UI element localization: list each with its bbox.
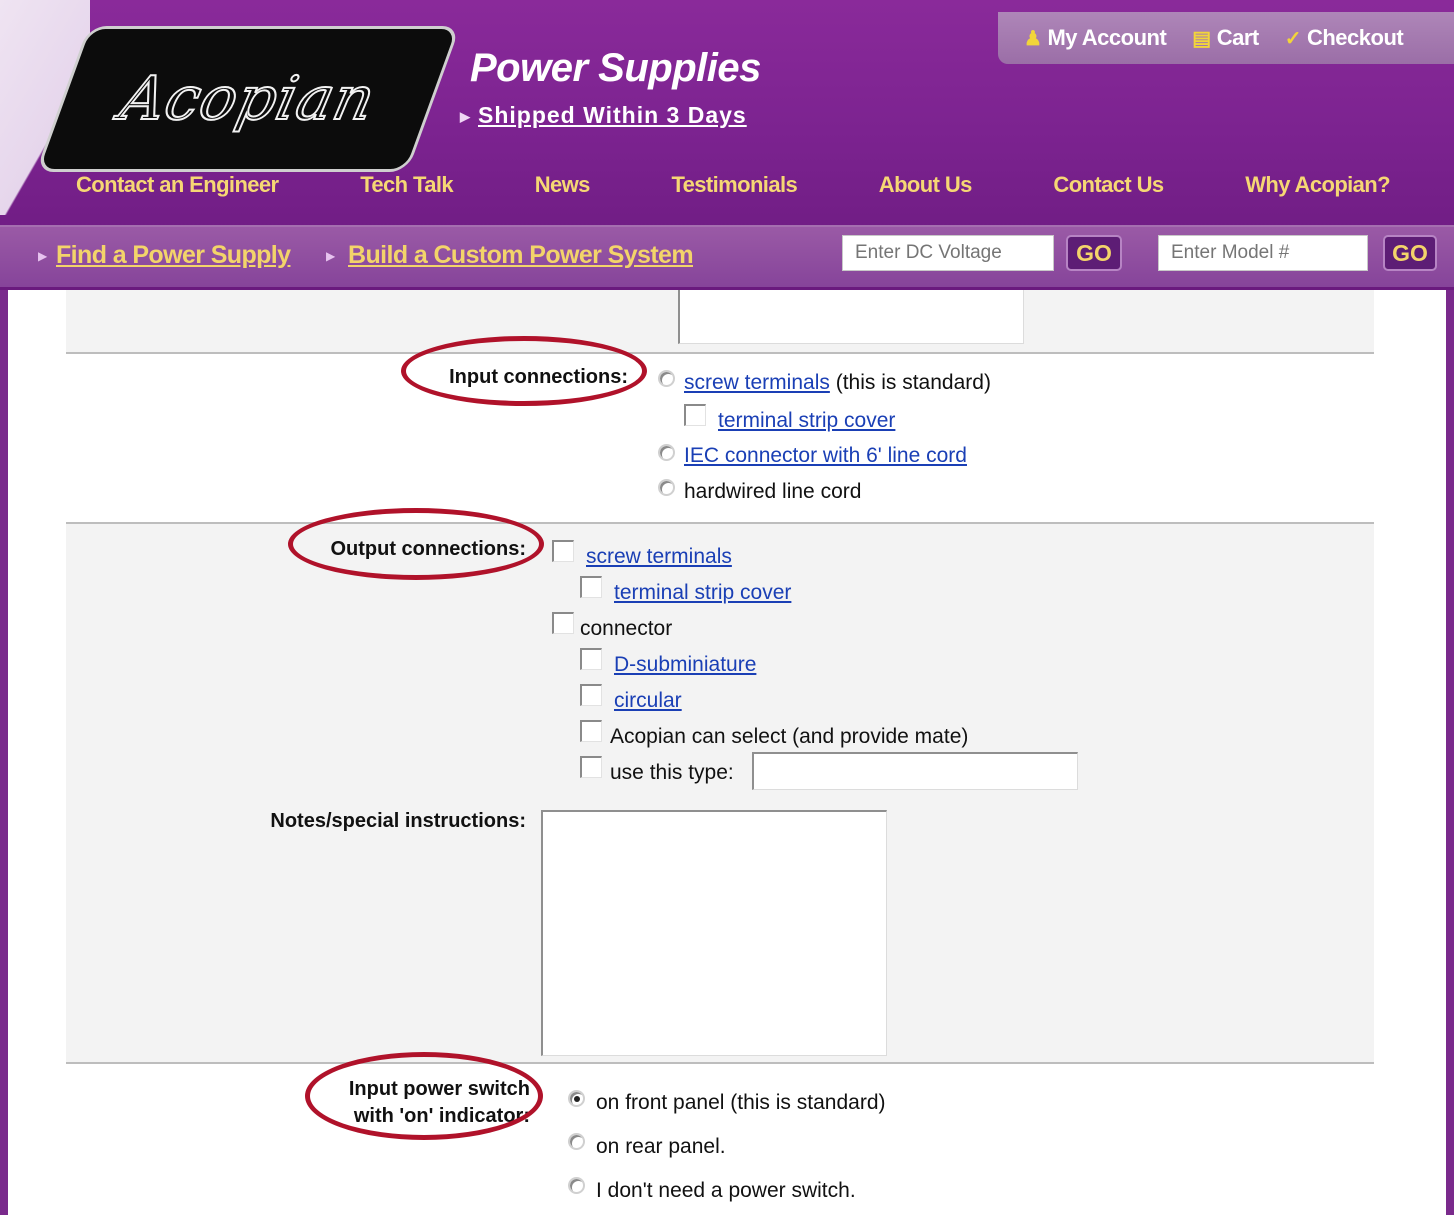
- input-terminal-strip-cover-link[interactable]: terminal strip cover: [718, 409, 895, 432]
- nav-testimonials[interactable]: Testimonials: [671, 172, 797, 198]
- output-circular-checkbox[interactable]: [580, 684, 602, 706]
- power-switch-rear-panel-label: on rear panel.: [596, 1135, 726, 1158]
- input-hardwired-radio[interactable]: [658, 479, 675, 496]
- checkout-link[interactable]: ✓ Checkout: [1285, 25, 1404, 51]
- nav-about-us[interactable]: About Us: [879, 172, 973, 198]
- input-iec-connector-option: IEC connector with 6' line cord: [684, 443, 967, 469]
- highlight-ellipse: [401, 336, 647, 406]
- triangle-right-icon: ▶: [326, 249, 336, 263]
- nav-tech-talk[interactable]: Tech Talk: [360, 172, 453, 198]
- power-switch-none-label: I don't need a power switch.: [596, 1179, 856, 1202]
- output-screw-terminals-checkbox[interactable]: [552, 540, 574, 562]
- site-header: Acopian Power Supplies ▶ Shipped Within 3…: [0, 0, 1454, 290]
- input-screw-terminals-radio[interactable]: [658, 370, 675, 387]
- sub-nav-bar: ▶ Find a Power Supply ▶ Build a Custom P…: [0, 225, 1454, 287]
- output-screw-terminals-link[interactable]: screw terminals: [586, 545, 732, 568]
- check-icon: ✓: [1284, 27, 1302, 50]
- power-switch-rear-panel-radio[interactable]: [568, 1133, 585, 1150]
- triangle-right-icon: ▶: [460, 108, 470, 124]
- output-use-this-type-checkbox[interactable]: [580, 756, 602, 778]
- my-account-link[interactable]: ♟ My Account: [1024, 25, 1167, 51]
- power-switch-front-panel-radio[interactable]: [568, 1090, 585, 1107]
- logo-text: Acopian: [113, 63, 383, 135]
- input-terminal-strip-cover-option: terminal strip cover: [718, 408, 895, 434]
- nav-contact-us[interactable]: Contact Us: [1053, 172, 1164, 198]
- form-content: Input connections: screw terminals (this…: [8, 290, 1446, 1215]
- output-acopian-select-label: Acopian can select (and provide mate): [610, 725, 969, 748]
- user-icon: ♟: [1024, 27, 1042, 50]
- power-switch-front-panel-label: on front panel (this is standard): [596, 1091, 886, 1114]
- highlight-ellipse: [288, 508, 544, 580]
- section-divider: [66, 1062, 1374, 1064]
- account-bar: ♟ My Account ▤ Cart ✓ Checkout: [998, 12, 1454, 64]
- output-use-this-type-label: use this type:: [610, 761, 734, 784]
- output-d-subminiature-checkbox[interactable]: [580, 648, 602, 670]
- find-power-supply-link[interactable]: Find a Power Supply: [56, 241, 291, 270]
- dc-voltage-input[interactable]: [842, 235, 1054, 271]
- triangle-right-icon: ▶: [38, 249, 48, 263]
- input-iec-connector-radio[interactable]: [658, 444, 675, 461]
- voltage-go-button[interactable]: GO: [1066, 235, 1122, 271]
- output-d-subminiature-option: D-subminiature: [614, 652, 756, 678]
- output-use-this-type-input[interactable]: [752, 752, 1078, 790]
- standard-note: (this is standard): [835, 371, 991, 394]
- output-terminal-strip-cover-link[interactable]: terminal strip cover: [614, 581, 791, 604]
- output-acopian-select-checkbox[interactable]: [580, 720, 602, 742]
- output-connector-checkbox[interactable]: [552, 612, 574, 634]
- highlight-ellipse: [305, 1052, 543, 1140]
- cart-link[interactable]: ▤ Cart: [1192, 25, 1259, 51]
- input-screw-terminals-option: screw terminals (this is standard): [684, 370, 991, 396]
- output-d-subminiature-link[interactable]: D-subminiature: [614, 653, 756, 676]
- brand-subtitle-link[interactable]: ▶ Shipped Within 3 Days: [460, 102, 747, 129]
- input-screw-terminals-link[interactable]: screw terminals: [684, 371, 830, 394]
- output-connector-label: connector: [580, 617, 673, 640]
- output-terminal-strip-cover-checkbox[interactable]: [580, 576, 602, 598]
- model-go-button[interactable]: GO: [1383, 235, 1437, 271]
- acopian-logo[interactable]: Acopian: [35, 26, 461, 172]
- model-number-input[interactable]: [1158, 235, 1368, 271]
- main-nav: Contact an Engineer Tech Talk News Testi…: [56, 158, 1410, 212]
- output-terminal-strip-cover-option: terminal strip cover: [614, 580, 791, 606]
- notes-label: Notes/special instructions:: [270, 810, 526, 832]
- cart-icon: ▤: [1192, 27, 1211, 50]
- output-circular-option: circular: [614, 688, 682, 714]
- previous-textarea[interactable]: [678, 290, 1024, 344]
- input-terminal-strip-cover-checkbox[interactable]: [684, 404, 706, 426]
- notes-textarea[interactable]: [541, 810, 887, 1056]
- power-switch-none-radio[interactable]: [568, 1177, 585, 1194]
- section-divider: [66, 352, 1374, 354]
- nav-contact-engineer[interactable]: Contact an Engineer: [76, 172, 279, 198]
- build-custom-system-link[interactable]: Build a Custom Power System: [348, 241, 694, 270]
- input-hardwired-label: hardwired line cord: [684, 480, 862, 503]
- input-iec-connector-link[interactable]: IEC connector with 6' line cord: [684, 444, 967, 467]
- nav-why-acopian[interactable]: Why Acopian?: [1245, 172, 1390, 198]
- nav-news[interactable]: News: [535, 172, 591, 198]
- output-circular-link[interactable]: circular: [614, 689, 682, 712]
- output-screw-terminals-option: screw terminals: [586, 544, 732, 570]
- brand-title: Power Supplies: [470, 46, 761, 90]
